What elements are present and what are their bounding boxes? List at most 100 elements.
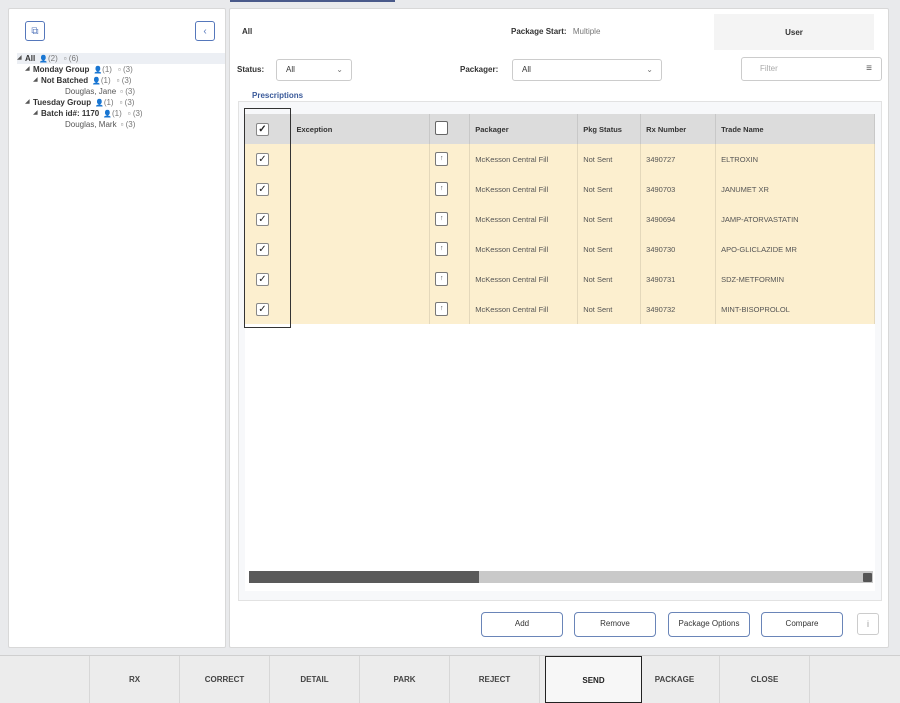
column-header-packager[interactable]: Packager bbox=[469, 114, 579, 144]
column-header-trade-name[interactable]: Trade Name bbox=[715, 114, 875, 144]
bottom-action-bar: RX CORRECT DETAIL PARK REJECT SEND PACKAGE CLOS… bbox=[0, 655, 900, 703]
rx-count: ▫ (3) bbox=[117, 75, 132, 86]
nav-reject-button[interactable]: REJECT bbox=[450, 656, 540, 703]
packager-select[interactable]: All ⌄ bbox=[512, 59, 662, 81]
selection-column-highlight bbox=[244, 108, 291, 328]
rx-count: ▫ (3) bbox=[120, 86, 135, 97]
nav-package-button[interactable]: PACKAGE bbox=[630, 656, 720, 703]
packager-value: All bbox=[522, 65, 531, 74]
info-icon[interactable]: i bbox=[857, 613, 879, 635]
cell-trade-name: SDZ-METFORMIN bbox=[715, 264, 875, 294]
tree-item-label: All bbox=[25, 54, 36, 63]
user-icon: 👤 bbox=[95, 99, 104, 107]
user-icon: 👤 bbox=[92, 77, 101, 85]
cell-pkg-status: Not Sent bbox=[577, 234, 642, 264]
document-upload-icon[interactable]: ↑ bbox=[435, 212, 449, 226]
status-select[interactable]: All ⌄ bbox=[276, 59, 352, 81]
rx-count-value: (3) bbox=[121, 76, 132, 85]
table-row[interactable]: ✓ ↑ McKesson Central Fill Not Sent 3490732 MI… bbox=[245, 294, 875, 324]
tree-item-label: Not Batched bbox=[41, 76, 89, 85]
column-header-pkg-status[interactable]: Pkg Status bbox=[577, 114, 642, 144]
chevron-down-icon: ⌄ bbox=[336, 65, 343, 74]
cell-pkg-status: Not Sent bbox=[577, 264, 642, 294]
document-upload-icon[interactable]: ↑ bbox=[435, 302, 449, 316]
document-upload-icon[interactable]: ↑ bbox=[435, 182, 449, 196]
nav-rx-button[interactable]: RX bbox=[90, 656, 180, 703]
user-icon: 👤 bbox=[103, 110, 112, 118]
rx-count-value: (6) bbox=[68, 54, 79, 63]
collapse-left-icon[interactable]: ‹ bbox=[195, 21, 215, 41]
title-accent-line bbox=[230, 0, 395, 2]
remove-button[interactable]: Remove bbox=[574, 612, 656, 637]
table-row[interactable]: ✓ ↑ McKesson Central Fill Not Sent 3490703 JA… bbox=[245, 174, 875, 204]
scrollbar-thumb[interactable] bbox=[249, 571, 479, 583]
table-row[interactable]: ✓ ↑ McKesson Central Fill Not Sent 3490694 JA… bbox=[245, 204, 875, 234]
tree-item[interactable]: ◢ Not Batched 👤(1) ▫ (3) bbox=[17, 75, 225, 86]
scroll-right-icon[interactable] bbox=[863, 573, 872, 582]
document-upload-icon[interactable]: ↑ bbox=[435, 242, 449, 256]
user-icon: 👤 bbox=[39, 55, 48, 63]
nav-send-button[interactable]: SEND bbox=[545, 656, 642, 703]
table-row[interactable]: ✓ ↑ McKesson Central Fill Not Sent 3490731 SD… bbox=[245, 264, 875, 294]
nav-park-button[interactable]: PARK bbox=[360, 656, 450, 703]
rx-count-value: (3) bbox=[125, 87, 135, 96]
tree-item-label: Douglas, Mark bbox=[65, 120, 117, 129]
table-row[interactable]: ✓ ↑ McKesson Central Fill Not Sent 3490727 EL… bbox=[245, 144, 875, 174]
package-start: Package Start: Multiple bbox=[511, 27, 600, 36]
bottom-bar-spacer bbox=[0, 656, 90, 703]
document-upload-icon[interactable]: ↑ bbox=[435, 152, 449, 166]
row-document-cell: ↑ bbox=[429, 264, 471, 294]
column-header-rx-number[interactable]: Rx Number bbox=[640, 114, 717, 144]
tree-item[interactable]: ◢ Monday Group 👤(1) ▫ (3) bbox=[17, 64, 225, 75]
nav-detail-button[interactable]: DETAIL bbox=[270, 656, 360, 703]
rx-count: ▫ (3) bbox=[128, 108, 143, 119]
rx-count-value: (3) bbox=[125, 120, 136, 129]
tree-item[interactable]: Douglas, Jane ▫ (3) bbox=[17, 86, 225, 97]
tab-prescriptions[interactable]: Prescriptions bbox=[252, 91, 303, 100]
collapse-arrow-icon[interactable]: ◢ bbox=[25, 64, 33, 75]
cell-trade-name: JAMP-ATORVASTATIN bbox=[715, 204, 875, 234]
prescriptions-panel: All Package Start: Multiple User Status:… bbox=[229, 8, 889, 648]
prescriptions-table: ✓ Exception Packager Pkg Status Rx Numbe… bbox=[245, 114, 875, 324]
package-options-button[interactable]: Package Options bbox=[668, 612, 750, 637]
document-upload-icon[interactable]: ↑ bbox=[435, 272, 449, 286]
cell-pkg-status: Not Sent bbox=[577, 144, 642, 174]
tree-item[interactable]: ◢ All 👤(2) ▫ (6) bbox=[17, 53, 225, 64]
collapse-arrow-icon[interactable]: ◢ bbox=[33, 75, 41, 86]
tree-item[interactable]: Douglas, Mark ▫ (3) bbox=[17, 119, 225, 130]
compare-button[interactable]: Compare bbox=[761, 612, 843, 637]
collapse-arrow-icon[interactable]: ◢ bbox=[17, 53, 25, 64]
package-start-label: Package Start: bbox=[511, 27, 567, 36]
cell-packager: McKesson Central Fill bbox=[469, 174, 579, 204]
cell-packager: McKesson Central Fill bbox=[469, 144, 579, 174]
collapse-arrow-icon[interactable]: ◢ bbox=[33, 108, 41, 119]
cell-pkg-status: Not Sent bbox=[577, 294, 642, 324]
expand-panel-icon[interactable]: ⧉ bbox=[25, 21, 45, 41]
add-button[interactable]: Add bbox=[481, 612, 563, 637]
row-document-cell: ↑ bbox=[429, 174, 471, 204]
filter-input[interactable]: Filter ≡ bbox=[741, 57, 882, 81]
rx-count: ▫ (6) bbox=[64, 53, 79, 64]
user-label: User bbox=[714, 14, 874, 50]
cell-rx-number: 3490731 bbox=[640, 264, 717, 294]
nav-correct-button[interactable]: CORRECT bbox=[180, 656, 270, 703]
user-count-value: (1) bbox=[100, 75, 111, 85]
tree-item[interactable]: ◢ Batch id#: 1170 👤(1) ▫ (3) bbox=[17, 108, 225, 119]
column-header-document bbox=[429, 114, 471, 144]
cell-trade-name: APO-GLICLAZIDE MR bbox=[715, 234, 875, 264]
cell-trade-name: ELTROXIN bbox=[715, 144, 875, 174]
column-header-exception[interactable]: Exception bbox=[290, 114, 431, 144]
sort-filter-icon[interactable]: ≡ bbox=[866, 58, 872, 80]
table-row[interactable]: ✓ ↑ McKesson Central Fill Not Sent 3490730 AP… bbox=[245, 234, 875, 264]
collapse-arrow-icon[interactable]: ◢ bbox=[25, 97, 33, 108]
cell-packager: McKesson Central Fill bbox=[469, 294, 579, 324]
filter-placeholder: Filter bbox=[760, 64, 778, 73]
row-document-cell: ↑ bbox=[429, 204, 471, 234]
tree-item[interactable]: ◢ Tuesday Group 👤(1) ▫ (3) bbox=[17, 97, 225, 108]
row-document-cell: ↑ bbox=[429, 234, 471, 264]
tree-item-label: Batch id#: 1170 bbox=[41, 109, 100, 118]
status-value: All bbox=[286, 65, 295, 74]
cell-exception bbox=[290, 174, 431, 204]
table-header-row: ✓ Exception Packager Pkg Status Rx Numbe… bbox=[245, 114, 875, 144]
nav-close-button[interactable]: CLOSE bbox=[720, 656, 810, 703]
